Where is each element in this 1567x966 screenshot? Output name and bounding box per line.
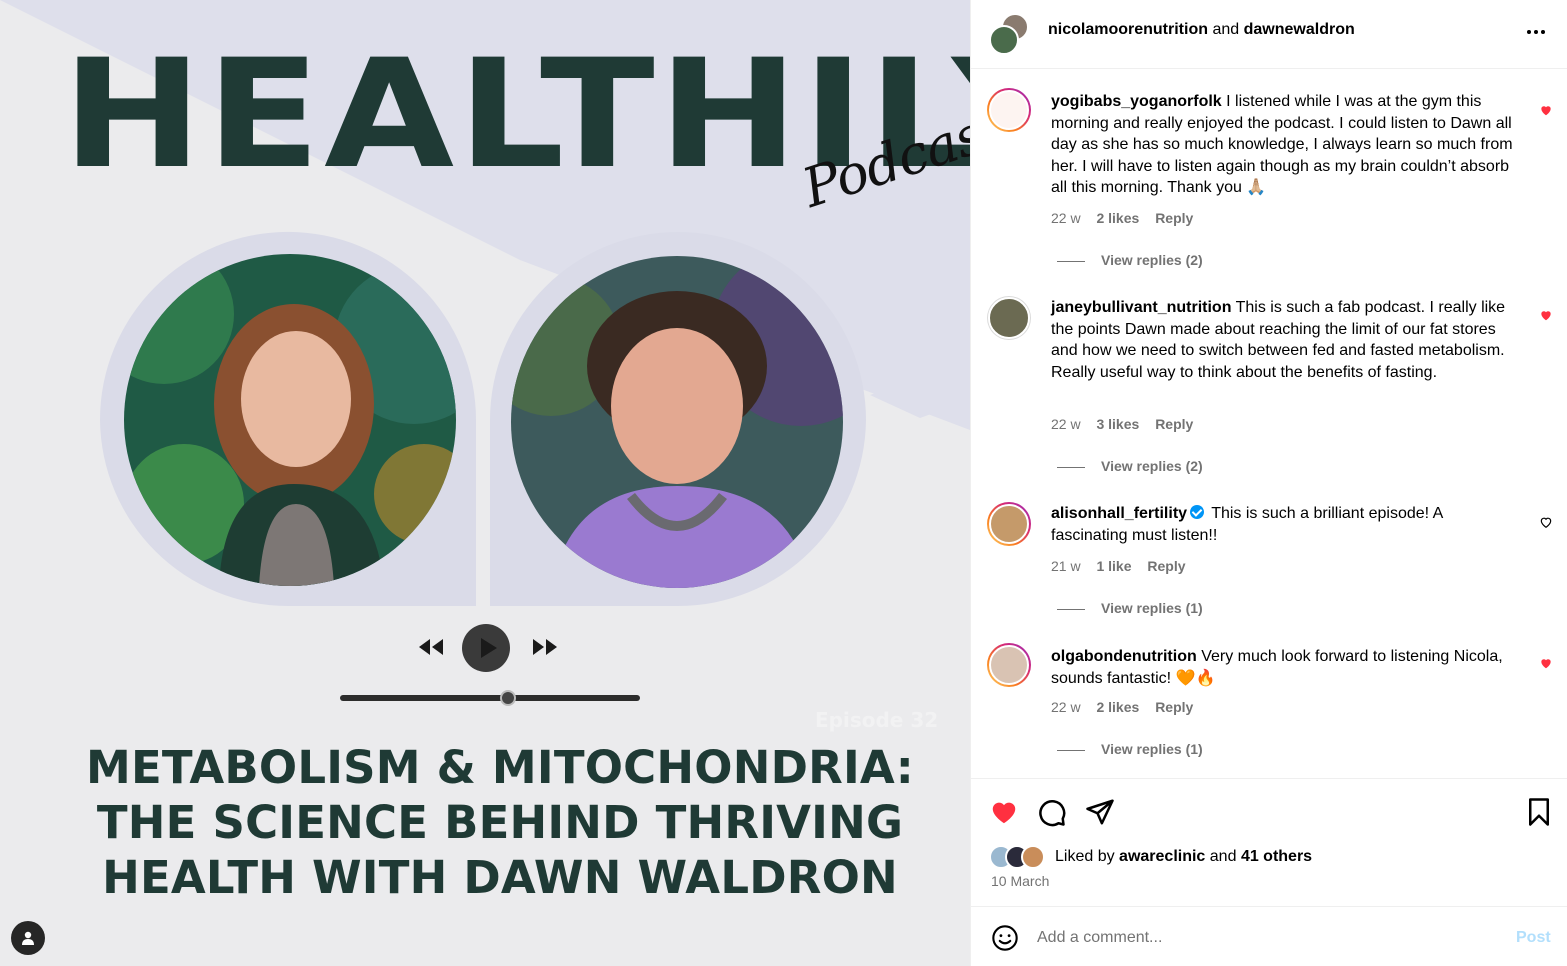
comment-bubble-icon[interactable] (1037, 797, 1067, 827)
like-heart-icon[interactable] (989, 797, 1019, 827)
view-replies-label: View replies (1) (1101, 600, 1203, 616)
more-options-button[interactable] (1524, 20, 1548, 44)
person-icon (22, 931, 34, 945)
reply-button[interactable]: Reply (1155, 699, 1193, 715)
tagged-users-button[interactable] (11, 921, 45, 955)
view-replies-label: View replies (1) (1101, 741, 1203, 757)
view-replies-button[interactable]: View replies (2) (1057, 252, 1203, 268)
author-joiner: and (1212, 21, 1240, 38)
author-avatars[interactable] (989, 13, 1031, 55)
post-button[interactable]: Post (1516, 929, 1551, 947)
comment-time: 22 w (1051, 699, 1081, 715)
avatar[interactable] (987, 296, 1031, 340)
view-replies-button[interactable]: View replies (2) (1057, 458, 1203, 474)
comments-list[interactable]: yogibabs_yoganorfolk I listened while I … (971, 70, 1567, 778)
reply-button[interactable]: Reply (1155, 416, 1193, 432)
comment-meta: 22 w 3 likes Reply (1051, 416, 1205, 432)
progress-knob[interactable] (500, 690, 516, 706)
post-authors: nicolamoorenutrition and dawnewaldron (1048, 21, 1355, 39)
liked-by-and: and (1209, 848, 1237, 865)
liked-by-summary: Liked by awareclinic and 41 others (1055, 848, 1312, 866)
heart-outline-icon[interactable] (1539, 515, 1553, 529)
bookmark-icon[interactable] (1524, 797, 1554, 827)
episode-title-line: HEALTH WITH DAWN WALDRON (102, 851, 898, 904)
episode-title-line: THE SCIENCE BEHIND THRIVING (96, 796, 904, 849)
comment-likes[interactable]: 1 like (1096, 558, 1131, 574)
comment: yogibabs_yoganorfolk I listened while I … (971, 88, 1567, 288)
heart-filled-icon[interactable] (1539, 308, 1553, 322)
portrait-guest (511, 256, 843, 588)
emoji-icon[interactable] (991, 924, 1019, 952)
comment: janeybullivant_nutrition This is such a … (971, 296, 1567, 496)
post-actions: Liked by awareclinic and 41 others 10 Ma… (971, 778, 1567, 906)
liked-by-prefix: Liked by (1055, 848, 1115, 865)
progress-track[interactable] (340, 690, 640, 706)
comment-text: yogibabs_yoganorfolk I listened while I … (1051, 91, 1521, 199)
comment: olgabondenutrition Very much look forwar… (971, 643, 1567, 778)
author-username[interactable]: dawnewaldron (1244, 21, 1355, 38)
comment-time: 22 w (1051, 416, 1081, 432)
reply-button[interactable]: Reply (1155, 210, 1193, 226)
comment-text: olgabondenutrition Very much look forwar… (1051, 646, 1521, 689)
replies-divider (1057, 260, 1085, 262)
comment-input[interactable] (1037, 925, 1497, 951)
liked-by-username[interactable]: awareclinic (1119, 848, 1205, 865)
post-panel: nicolamoorenutrition and dawnewaldron yo… (970, 0, 1567, 966)
play-button[interactable] (462, 624, 510, 672)
replies-divider (1057, 466, 1085, 468)
comment-likes[interactable]: 2 likes (1096, 210, 1139, 226)
avatar[interactable] (987, 502, 1031, 546)
avatar (989, 25, 1019, 55)
comment-text: alisonhall_fertility This is such a bril… (1051, 503, 1521, 546)
comment-text: janeybullivant_nutrition This is such a … (1051, 297, 1521, 383)
liked-by-others[interactable]: 41 others (1241, 848, 1312, 865)
comment-time: 21 w (1051, 558, 1081, 574)
comment-meta: 21 w 1 like Reply (1051, 558, 1198, 574)
view-replies-button[interactable]: View replies (1) (1057, 741, 1203, 757)
view-replies-label: View replies (2) (1101, 252, 1203, 268)
avatar[interactable] (987, 88, 1031, 132)
share-paper-plane-icon[interactable] (1085, 797, 1115, 827)
post-date[interactable]: 10 March (991, 873, 1049, 889)
view-replies-button[interactable]: View replies (1) (1057, 600, 1203, 616)
heart-filled-icon[interactable] (1539, 103, 1553, 117)
avatar (1021, 845, 1045, 869)
play-icon (481, 638, 497, 658)
comment-username[interactable]: olgabondenutrition (1051, 648, 1197, 665)
liker-avatars[interactable] (989, 845, 1053, 869)
portrait-host (124, 254, 456, 586)
comment-username[interactable]: janeybullivant_nutrition (1051, 299, 1231, 316)
comment-meta: 22 w 2 likes Reply (1051, 210, 1205, 226)
more-horizontal-icon (1527, 30, 1545, 34)
comment-time: 22 w (1051, 210, 1081, 226)
post-header: nicolamoorenutrition and dawnewaldron (971, 0, 1567, 69)
episode-title: METABOLISM & MITOCHONDRIA: THE SCIENCE B… (0, 740, 970, 905)
fast-forward-icon[interactable] (530, 636, 558, 658)
comment: alisonhall_fertility This is such a bril… (971, 502, 1567, 642)
avatar[interactable] (987, 643, 1031, 687)
comment-meta: 22 w 2 likes Reply (1051, 699, 1205, 715)
comment-likes[interactable]: 3 likes (1096, 416, 1139, 432)
comment-username[interactable]: yogibabs_yoganorfolk (1051, 93, 1222, 110)
rewind-icon[interactable] (418, 636, 446, 658)
heart-filled-icon[interactable] (1539, 656, 1553, 670)
comment-username[interactable]: alisonhall_fertility (1051, 505, 1187, 522)
comment-composer: Post (971, 906, 1567, 966)
post-image[interactable]: HEALTHILY Podcast (0, 0, 970, 966)
episode-number: Episode 32 (815, 708, 939, 732)
episode-title-line: METABOLISM & MITOCHONDRIA: (86, 741, 914, 794)
verified-badge-icon (1190, 505, 1205, 519)
author-username[interactable]: nicolamoorenutrition (1048, 21, 1208, 38)
replies-divider (1057, 608, 1085, 610)
reply-button[interactable]: Reply (1147, 558, 1185, 574)
audio-player (340, 620, 640, 710)
view-replies-label: View replies (2) (1101, 458, 1203, 474)
replies-divider (1057, 749, 1085, 751)
comment-likes[interactable]: 2 likes (1096, 699, 1139, 715)
